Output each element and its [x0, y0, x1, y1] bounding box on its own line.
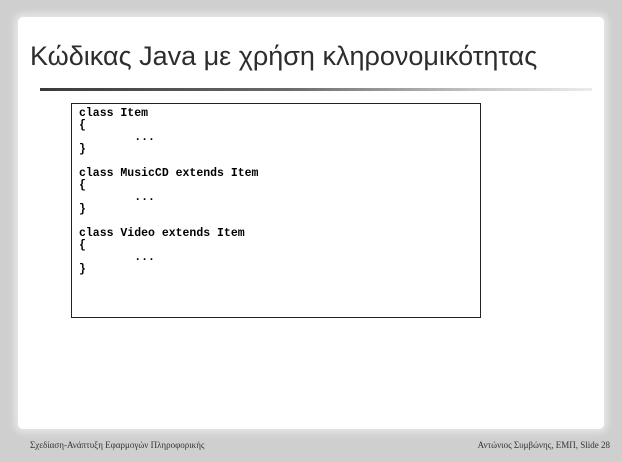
slide: Κώδικας Java με χρήση κληρονομικότητας c… [0, 0, 622, 462]
footer-course-name: Σχεδίαση-Ανάπτυξη Εφαρμογών Πληροφορικής [30, 440, 205, 450]
footer-author-slide-number: Αντώνιος Συμβώνης, ΕΜΠ, Slide 28 [477, 440, 610, 450]
code-block: class Item { ... } class MusicCD extends… [71, 103, 481, 318]
code-text: class Item { ... } class MusicCD extends… [79, 107, 259, 276]
title-underline [40, 88, 592, 91]
slide-title: Κώδικας Java με χρήση κληρονομικότητας [30, 41, 538, 71]
